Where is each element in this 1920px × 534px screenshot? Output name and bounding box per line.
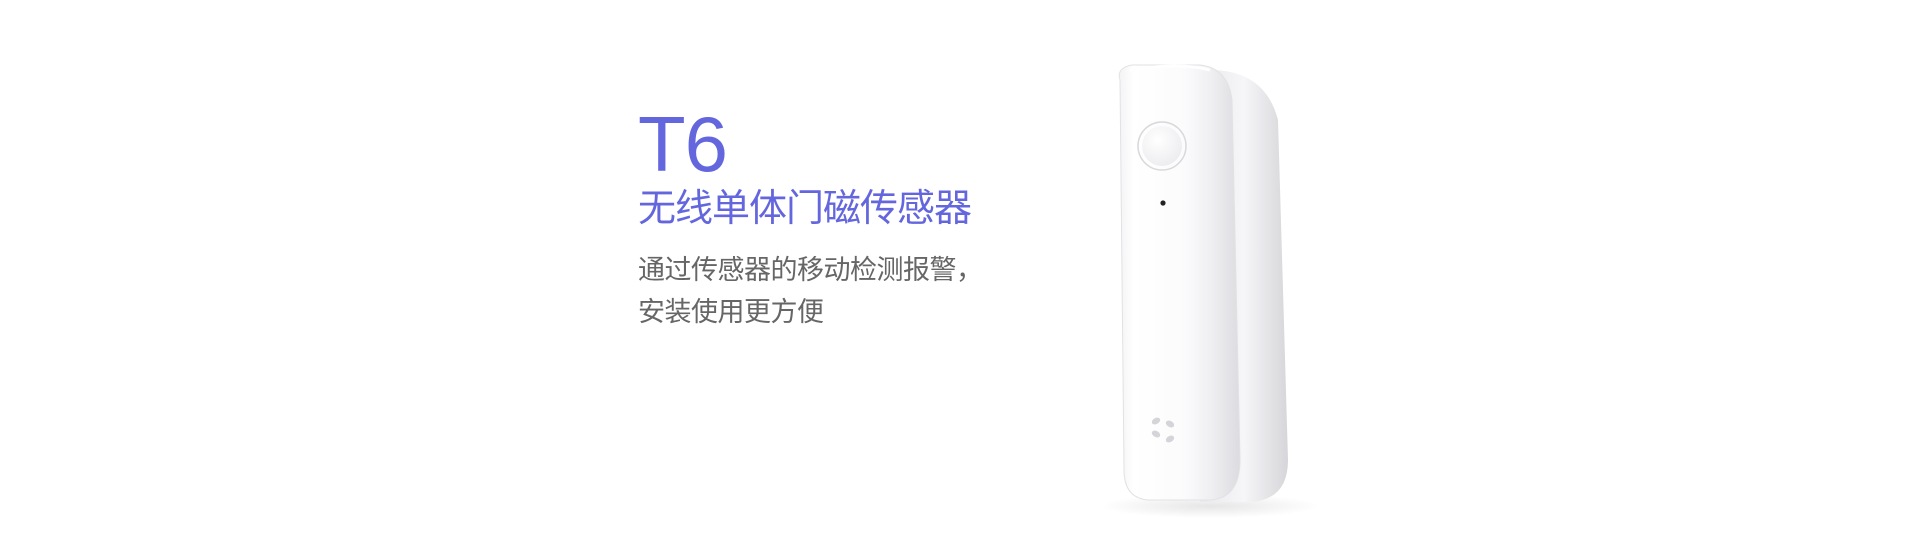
description-line-1: 通过传感器的移动检测报警， <box>638 255 983 286</box>
product-description: 通过传感器的移动检测报警， 安装使用更方便 <box>638 250 983 334</box>
product-text-block: T6 无线单体门磁传感器 通过传感器的移动检测报警， 安装使用更方便 <box>638 104 983 334</box>
indicator-led <box>1160 200 1166 206</box>
sensor-button <box>1137 121 1187 171</box>
door-sensor-image <box>1100 64 1320 518</box>
description-line-2: 安装使用更方便 <box>638 297 824 328</box>
product-banner: T6 无线单体门磁传感器 通过传感器的移动检测报警， 安装使用更方便 <box>0 0 1920 534</box>
product-name: 无线单体门磁传感器 <box>638 186 972 230</box>
product-model: T6 <box>638 100 728 188</box>
